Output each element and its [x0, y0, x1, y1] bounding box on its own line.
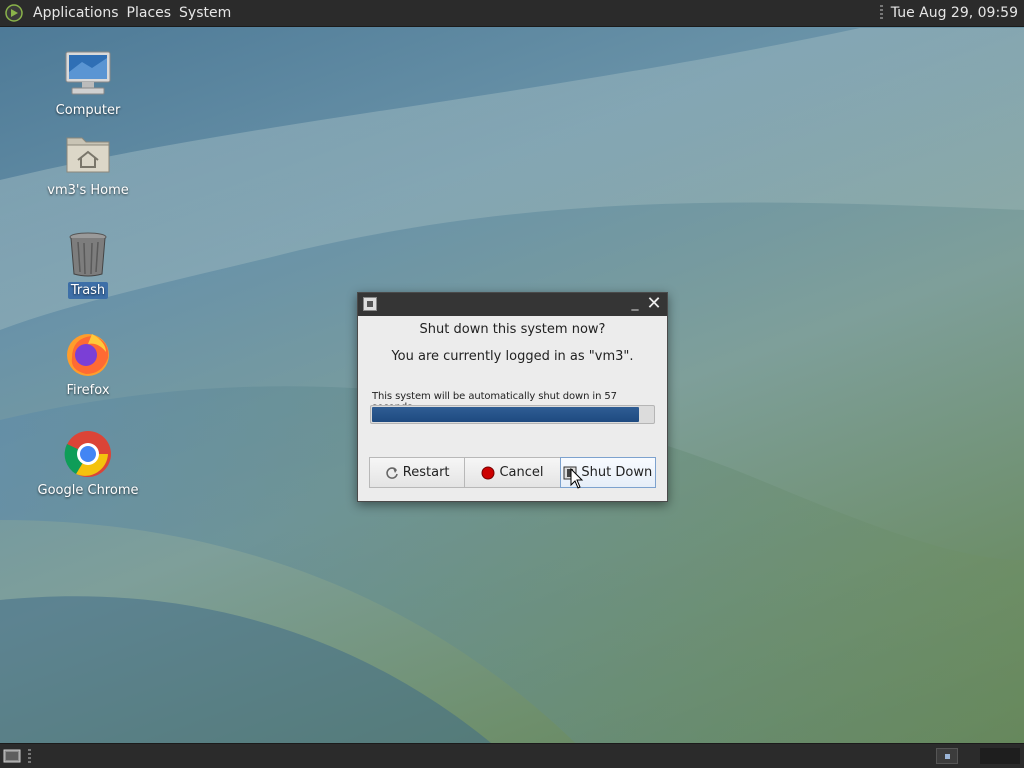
- desktop-icon-label: Computer: [55, 103, 121, 118]
- shutdown-label: Shut Down: [581, 465, 653, 480]
- trash-icon: [69, 232, 107, 277]
- top-panel: Applications Places System Tue Aug 29, 0…: [0, 0, 1024, 27]
- dialog-buttons: Restart Cancel Shut Down: [369, 457, 656, 488]
- desktop-icon-trash[interactable]: Trash: [33, 228, 143, 299]
- desktop-icon-label: Google Chrome: [37, 483, 139, 498]
- desktop-icon-label: Firefox: [66, 383, 110, 398]
- restart-label: Restart: [402, 465, 450, 480]
- home-folder-icon: [66, 137, 110, 173]
- dialog-question: Shut down this system now?: [419, 322, 606, 337]
- menu-system[interactable]: System: [175, 0, 235, 27]
- stop-icon: [481, 466, 495, 479]
- desktop-icon-home[interactable]: vm3's Home: [33, 128, 143, 199]
- cancel-button[interactable]: Cancel: [464, 457, 561, 488]
- window-menu-icon[interactable]: [363, 297, 377, 311]
- panel-grip: [28, 749, 31, 764]
- desktop-icon-computer[interactable]: Computer: [33, 48, 143, 119]
- menu-applications[interactable]: Applications: [29, 0, 123, 27]
- desktop-icon-firefox[interactable]: Firefox: [33, 328, 143, 399]
- chrome-icon: [64, 431, 111, 477]
- applications-logo-icon[interactable]: [5, 4, 23, 22]
- restart-button[interactable]: Restart: [369, 457, 466, 488]
- cancel-label: Cancel: [499, 465, 544, 480]
- desktop-icon-label: Trash: [67, 282, 109, 299]
- show-desktop-icon[interactable]: [3, 748, 21, 764]
- workspace-switcher-2[interactable]: [980, 748, 1020, 764]
- panel-grip: [879, 5, 883, 21]
- workspace-switcher-1[interactable]: [936, 748, 958, 764]
- clock[interactable]: Tue Aug 29, 09:59: [891, 5, 1018, 21]
- shutdown-dialog: _ ✕ Shut down this system now? You are c…: [357, 292, 668, 502]
- countdown-progress-bar: [370, 405, 655, 424]
- progress-fill: [372, 407, 639, 422]
- login-info-text: You are currently logged in as "vm3".: [391, 349, 634, 364]
- computer-icon: [65, 51, 111, 95]
- mouse-cursor-icon: [570, 468, 584, 489]
- menu-places[interactable]: Places: [123, 0, 176, 27]
- close-icon[interactable]: ✕: [646, 295, 662, 313]
- desktop-icon-chrome[interactable]: Google Chrome: [33, 428, 143, 499]
- minimize-icon[interactable]: _: [628, 296, 642, 312]
- bottom-panel: [0, 743, 1024, 768]
- firefox-icon: [67, 334, 109, 376]
- desktop-icon-label: vm3's Home: [47, 183, 129, 198]
- dialog-titlebar[interactable]: _ ✕: [358, 293, 667, 316]
- restart-icon: [386, 466, 398, 479]
